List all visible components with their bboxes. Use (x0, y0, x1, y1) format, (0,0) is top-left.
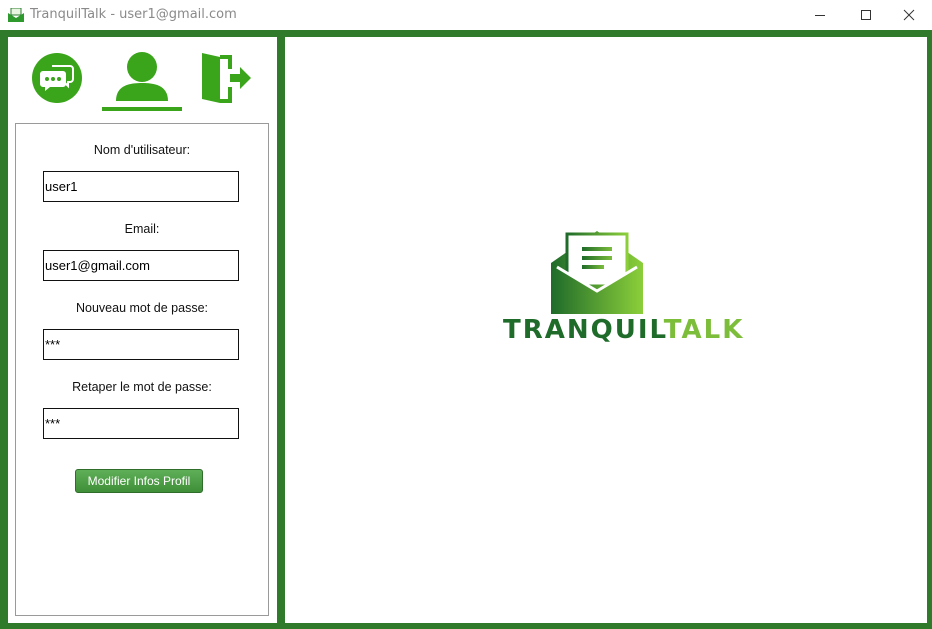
open-envelope-logo-icon (551, 231, 643, 314)
confirm-password-field[interactable] (43, 408, 239, 439)
close-icon (903, 9, 915, 21)
title-bar: TranquilTalk - user1@gmail.com (0, 0, 932, 30)
maximize-icon (861, 10, 871, 20)
nav-logout-button[interactable] (200, 51, 252, 105)
nav-chat-button[interactable] (31, 52, 83, 104)
email-label: Email: (124, 222, 160, 236)
new-password-field[interactable] (43, 329, 239, 360)
close-button[interactable] (886, 0, 932, 30)
maximize-button[interactable] (843, 0, 889, 30)
chat-bubbles-icon (32, 53, 82, 103)
profile-form: Nom d'utilisateur: Email: Nouveau mot de… (15, 123, 269, 616)
logo-text-part2: TALK (663, 315, 745, 345)
email-field[interactable] (43, 250, 239, 281)
username-field[interactable] (43, 171, 239, 202)
user-icon (116, 52, 168, 101)
confirm-password-label: Retaper le mot de passe: (72, 380, 212, 394)
window-title: TranquilTalk - user1@gmail.com (30, 7, 237, 22)
logo-wordmark: TRANQUILTALK (503, 315, 742, 345)
logout-door-icon (202, 53, 251, 103)
new-password-label: Nouveau mot de passe: (75, 301, 209, 315)
username-label: Nom d'utilisateur: (93, 143, 191, 157)
app-icon (8, 8, 24, 22)
minimize-icon (815, 15, 825, 16)
minimize-button[interactable] (797, 0, 843, 30)
active-tab-indicator (102, 107, 182, 111)
update-profile-button[interactable]: Modifier Infos Profil (75, 469, 203, 493)
sidebar-panel: Nom d'utilisateur: Email: Nouveau mot de… (8, 37, 277, 623)
app-frame: Nom d'utilisateur: Email: Nouveau mot de… (0, 30, 932, 629)
logo-text-part1: TRANQUIL (503, 315, 664, 345)
main-content-panel: TRANQUILTALK (285, 37, 927, 623)
app-logo: TRANQUILTALK (503, 227, 742, 357)
nav-profile-button[interactable] (102, 49, 182, 111)
